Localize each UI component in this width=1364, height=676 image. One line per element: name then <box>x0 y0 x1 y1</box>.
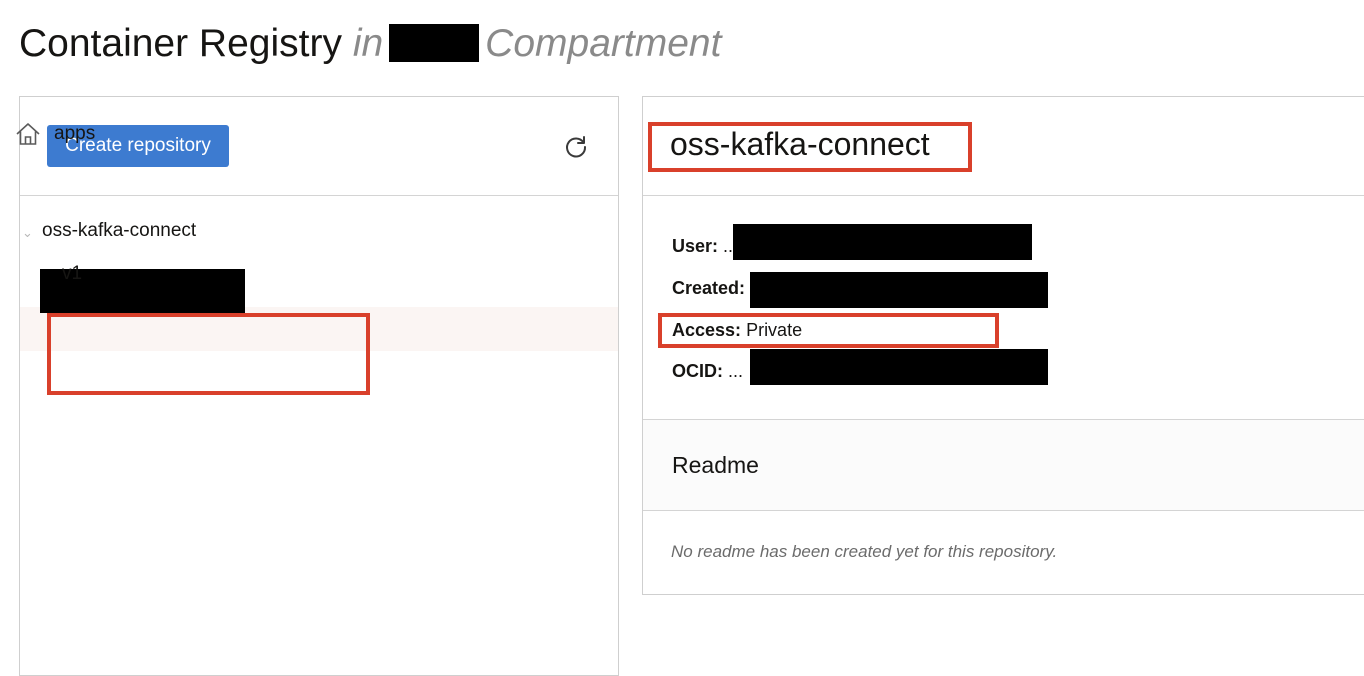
divider <box>643 195 1364 196</box>
redacted-ocid <box>750 349 1048 385</box>
ocid-value: ... <box>728 361 744 381</box>
user-label: User: <box>672 236 719 256</box>
page-title-compartment: Compartment <box>485 22 722 65</box>
refresh-button[interactable] <box>563 134 589 160</box>
page-title: Container Registry in Compartment <box>19 22 721 66</box>
home-icon <box>16 123 40 145</box>
user-field: User: .. <box>672 236 733 257</box>
selected-row-highlight <box>20 307 618 351</box>
repository-details-panel <box>642 96 1364 595</box>
redacted-created <box>750 272 1048 308</box>
redacted-compartment-name <box>389 24 480 62</box>
repository-list-panel: Create repository <box>19 96 619 676</box>
repository-title: oss-kafka-connect <box>670 126 930 162</box>
chevron-down-icon[interactable]: ⌄ <box>22 225 33 241</box>
readme-title: Readme <box>672 452 759 478</box>
ocid-label: OCID: <box>672 361 723 381</box>
access-label: Access: <box>672 320 742 340</box>
tree-item-image-tag[interactable]: v1 <box>62 263 82 285</box>
tree-item-apps-label: apps <box>54 123 96 144</box>
access-field: Access: Private <box>672 320 802 341</box>
user-value: .. <box>723 236 734 256</box>
created-label: Created: <box>672 278 746 298</box>
created-field: Created: <box>672 278 745 299</box>
tree-item-apps[interactable]: apps <box>14 120 95 148</box>
repository-toolbar: Create repository <box>20 97 618 196</box>
access-value: Private <box>746 320 803 340</box>
readme-empty-message: No readme has been created yet for this … <box>671 542 1058 561</box>
refresh-icon <box>566 136 587 158</box>
redacted-user <box>733 224 1032 260</box>
tree-item-repository[interactable]: oss-kafka-connect <box>42 220 196 242</box>
page-title-in: in <box>352 22 384 65</box>
ocid-field: OCID: ... <box>672 361 743 382</box>
page-title-text: Container Registry <box>19 22 342 65</box>
